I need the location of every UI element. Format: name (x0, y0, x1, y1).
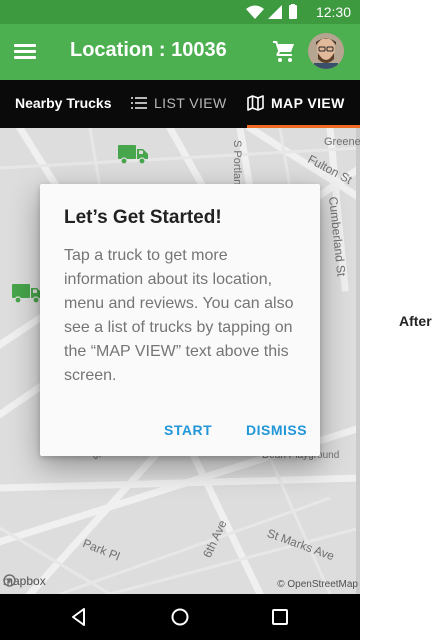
after-label: After (399, 313, 432, 329)
app-bar: Location : 10036 (0, 24, 360, 80)
dialog-body: Tap a truck to get more information abou… (64, 247, 294, 384)
tab-map-view[interactable]: MAP VIEW (247, 80, 357, 128)
start-button[interactable]: START (164, 422, 212, 438)
system-nav-bar (0, 594, 360, 640)
phone-screen: 12:30 Location : 10036 Nearby Trucks LIS… (0, 0, 360, 640)
nearby-trucks-label: Nearby Trucks (15, 95, 112, 111)
status-icons (246, 4, 298, 25)
map-icon (247, 95, 264, 111)
cart-icon[interactable] (272, 39, 296, 63)
recents-icon[interactable] (269, 606, 291, 628)
list-icon (131, 97, 147, 109)
dialog-title: Let’s Get Started! (64, 207, 222, 228)
wifi-signal-battery-icon (246, 4, 297, 19)
tab-list-view[interactable]: LIST VIEW (131, 80, 231, 128)
tab-list-view-label: LIST VIEW (154, 95, 227, 111)
tab-bar: Nearby Trucks LIST VIEW MAP VIEW (0, 80, 360, 128)
welcome-dialog: Let’s Get Started! Tap a truck to get mo… (40, 184, 320, 456)
avatar[interactable] (308, 33, 344, 69)
status-time: 12:30 (315, 4, 351, 20)
status-bar: 12:30 (0, 0, 360, 24)
hamburger-menu-icon[interactable] (14, 41, 36, 63)
back-icon[interactable] (68, 606, 90, 628)
dismiss-button[interactable]: DISMISS (246, 422, 307, 438)
tab-map-view-label: MAP VIEW (271, 95, 345, 111)
home-icon[interactable] (169, 606, 191, 628)
page-title: Location : 10036 (70, 39, 227, 61)
